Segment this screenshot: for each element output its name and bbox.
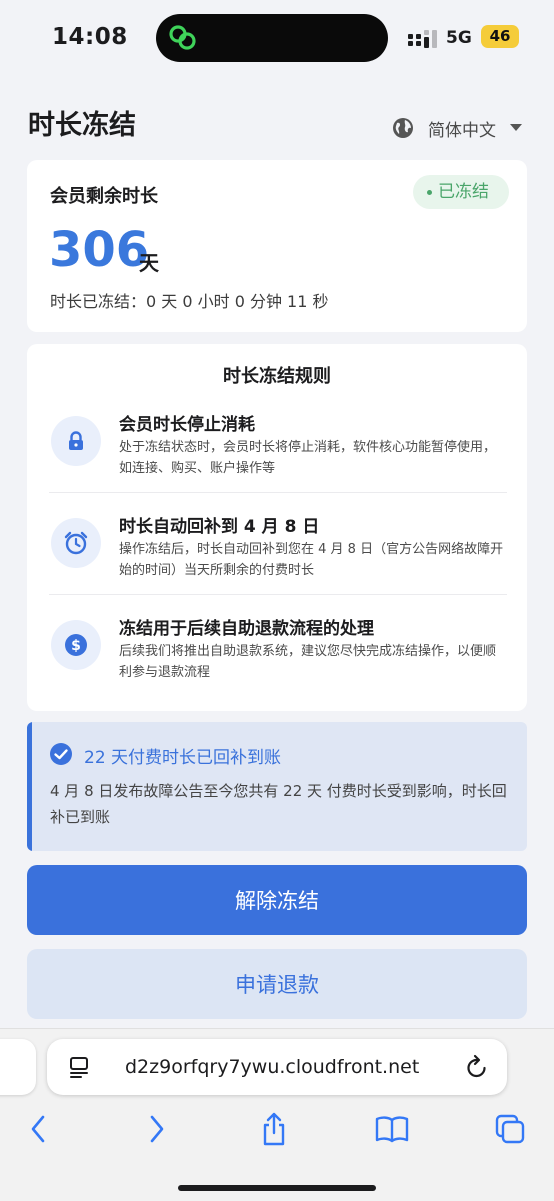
page-title: 时长冻结 xyxy=(28,110,136,141)
status-dot xyxy=(427,189,432,195)
frozen-duration: 时长已冻结：0 天 0 小时 0 分钟 11 秒 xyxy=(50,292,329,311)
previous-tab-preview[interactable] xyxy=(0,1039,36,1095)
rule-icon-wrap xyxy=(51,518,101,568)
network-type: 5G xyxy=(446,28,472,48)
cellular-signal-icon xyxy=(408,30,437,48)
share-button[interactable] xyxy=(258,1111,290,1147)
back-button[interactable] xyxy=(22,1111,54,1147)
reload-icon[interactable] xyxy=(465,1054,489,1080)
link-icon xyxy=(169,25,196,50)
svg-text:$: $ xyxy=(71,638,81,654)
status-badge-label: 已冻结 xyxy=(438,182,489,202)
notice-accent-bar xyxy=(27,722,32,851)
divider xyxy=(49,492,507,493)
rule-icon-wrap xyxy=(51,416,101,466)
rule-description: 操作冻结后，时长自动回补到您在 4 月 8 日（官方公告网络故障开始的时间）当天… xyxy=(119,542,504,578)
notice-text: 4 月 8 日发布故障公告至今您共有 22 天 付费时长受到影响，时长回补已到账 xyxy=(50,782,507,826)
check-circle-icon xyxy=(50,743,72,765)
chevron-right-icon xyxy=(150,1115,164,1143)
compensation-notice: 22 天付费时长已回补到账 4 月 8 日发布故障公告至今您共有 22 天 付费… xyxy=(27,722,527,851)
member-time-title: 会员剩余时长 xyxy=(50,186,158,207)
rule-heading: 时长自动回补到 4 月 8 日 xyxy=(119,517,320,537)
browser-toolbar: d2z9orfqry7ywu.cloudfront.net xyxy=(0,1028,554,1201)
chevron-down-icon xyxy=(510,124,522,131)
rule-heading: 冻结用于后续自助退款流程的处理 xyxy=(119,619,374,639)
refund-button[interactable]: 申请退款 xyxy=(27,949,527,1019)
rule-icon-wrap: $ xyxy=(51,620,101,670)
unfreeze-button[interactable]: 解除冻结 xyxy=(27,865,527,935)
url-text: d2z9orfqry7ywu.cloudfront.net xyxy=(125,1056,420,1078)
book-icon xyxy=(375,1116,409,1143)
address-bar[interactable]: d2z9orfqry7ywu.cloudfront.net xyxy=(47,1039,507,1095)
home-indicator[interactable] xyxy=(178,1185,376,1191)
rule-description: 后续我们将推出自助退款系统，建议您尽快完成冻结操作，以便顺利参与退款流程 xyxy=(119,644,497,680)
bookmarks-button[interactable] xyxy=(374,1111,410,1147)
notice-title: 22 天付费时长已回补到账 xyxy=(84,748,282,768)
forward-button[interactable] xyxy=(141,1111,173,1147)
freeze-rules-card: 时长冻结规则 会员时长停止消耗 处于冻结状态时，会员时长将停止消耗，软件核心功能… xyxy=(27,344,527,711)
status-bar: 14:08 5G 46 xyxy=(0,0,554,78)
battery-indicator: 46 xyxy=(481,25,519,48)
member-time-card: 会员剩余时长 已冻结 306 天 时长已冻结：0 天 0 小时 0 分钟 11 … xyxy=(27,160,527,332)
alarm-clock-icon xyxy=(64,531,88,555)
days-unit: 天 xyxy=(139,251,159,275)
language-selector[interactable]: 简体中文 xyxy=(392,114,522,142)
language-label: 简体中文 xyxy=(428,120,496,141)
rules-title: 时长冻结规则 xyxy=(223,366,331,387)
chevron-left-icon xyxy=(31,1115,45,1143)
lock-icon xyxy=(69,431,83,450)
status-badge: 已冻结 xyxy=(413,175,509,209)
rule-heading: 会员时长停止消耗 xyxy=(119,415,255,435)
divider xyxy=(49,594,507,595)
tabs-icon xyxy=(495,1114,525,1144)
dollar-icon: $ xyxy=(65,634,87,656)
rule-description: 处于冻结状态时，会员时长将停止消耗，软件核心功能暂停使用，如连接、购买、账户操作… xyxy=(119,440,497,476)
globe-icon xyxy=(393,118,413,138)
share-icon xyxy=(263,1112,285,1146)
status-time: 14:08 xyxy=(52,24,128,50)
tabs-button[interactable] xyxy=(494,1111,526,1147)
dynamic-island xyxy=(156,14,388,62)
page-menu-icon[interactable] xyxy=(67,1055,91,1079)
remaining-days: 306 xyxy=(49,222,150,278)
